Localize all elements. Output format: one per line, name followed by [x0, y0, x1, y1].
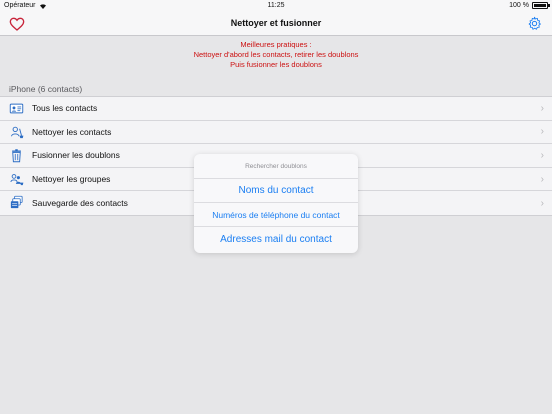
- tips-line-1: Meilleures pratiques :: [240, 40, 312, 49]
- menu-item-all-contacts[interactable]: Tous les contacts ›: [0, 97, 552, 121]
- section-header: iPhone (6 contacts): [9, 84, 83, 94]
- status-time: 11:25: [267, 2, 285, 9]
- battery-percent: 100 %: [509, 2, 529, 9]
- chevron-right-icon: ›: [540, 102, 544, 114]
- group-icon: [10, 173, 24, 185]
- battery-icon: [532, 2, 550, 9]
- search-duplicates-popover: Rechercher doublons Noms du contact Numé…: [194, 154, 358, 253]
- status-bar: Opérateur 11:25 100 %: [0, 0, 552, 12]
- menu-item-label: Nettoyer les contacts: [32, 126, 112, 137]
- status-right: 100 %: [509, 2, 550, 9]
- tips-line-2: Nettoyer d'abord les contacts, retirer l…: [193, 50, 359, 59]
- best-practices-notice: Meilleures pratiques : Nettoyer d'abord …: [0, 40, 552, 70]
- popover-title: Rechercher doublons: [194, 154, 358, 179]
- navigation-bar: Nettoyer et fusionner: [0, 12, 552, 36]
- menu-item-label: Nettoyer les groupes: [32, 174, 111, 185]
- gear-icon[interactable]: [527, 16, 542, 31]
- option-phone-numbers[interactable]: Numéros de téléphone du contact: [194, 203, 358, 227]
- page-title: Nettoyer et fusionner: [230, 18, 322, 28]
- trash-icon: [12, 149, 21, 163]
- chevron-right-icon: ›: [540, 149, 544, 161]
- chevron-right-icon: ›: [540, 173, 544, 185]
- menu-item-label: Tous les contacts: [32, 103, 98, 114]
- tips-line-3: Puis fusionner les doublons: [230, 60, 322, 69]
- option-contact-names[interactable]: Noms du contact: [194, 179, 358, 203]
- chevron-right-icon: ›: [540, 197, 544, 209]
- menu-item-label: Fusionner les doublons: [32, 150, 120, 161]
- option-email-addresses[interactable]: Adresses mail du contact: [194, 227, 358, 251]
- chevron-right-icon: ›: [540, 126, 544, 138]
- broom-person-icon: [11, 126, 24, 138]
- contact-card-icon: [9, 103, 24, 114]
- backup-stack-icon: [10, 196, 23, 209]
- menu-item-clean-contacts[interactable]: Nettoyer les contacts ›: [0, 121, 552, 145]
- menu-item-label: Sauvegarde des contacts: [32, 198, 128, 209]
